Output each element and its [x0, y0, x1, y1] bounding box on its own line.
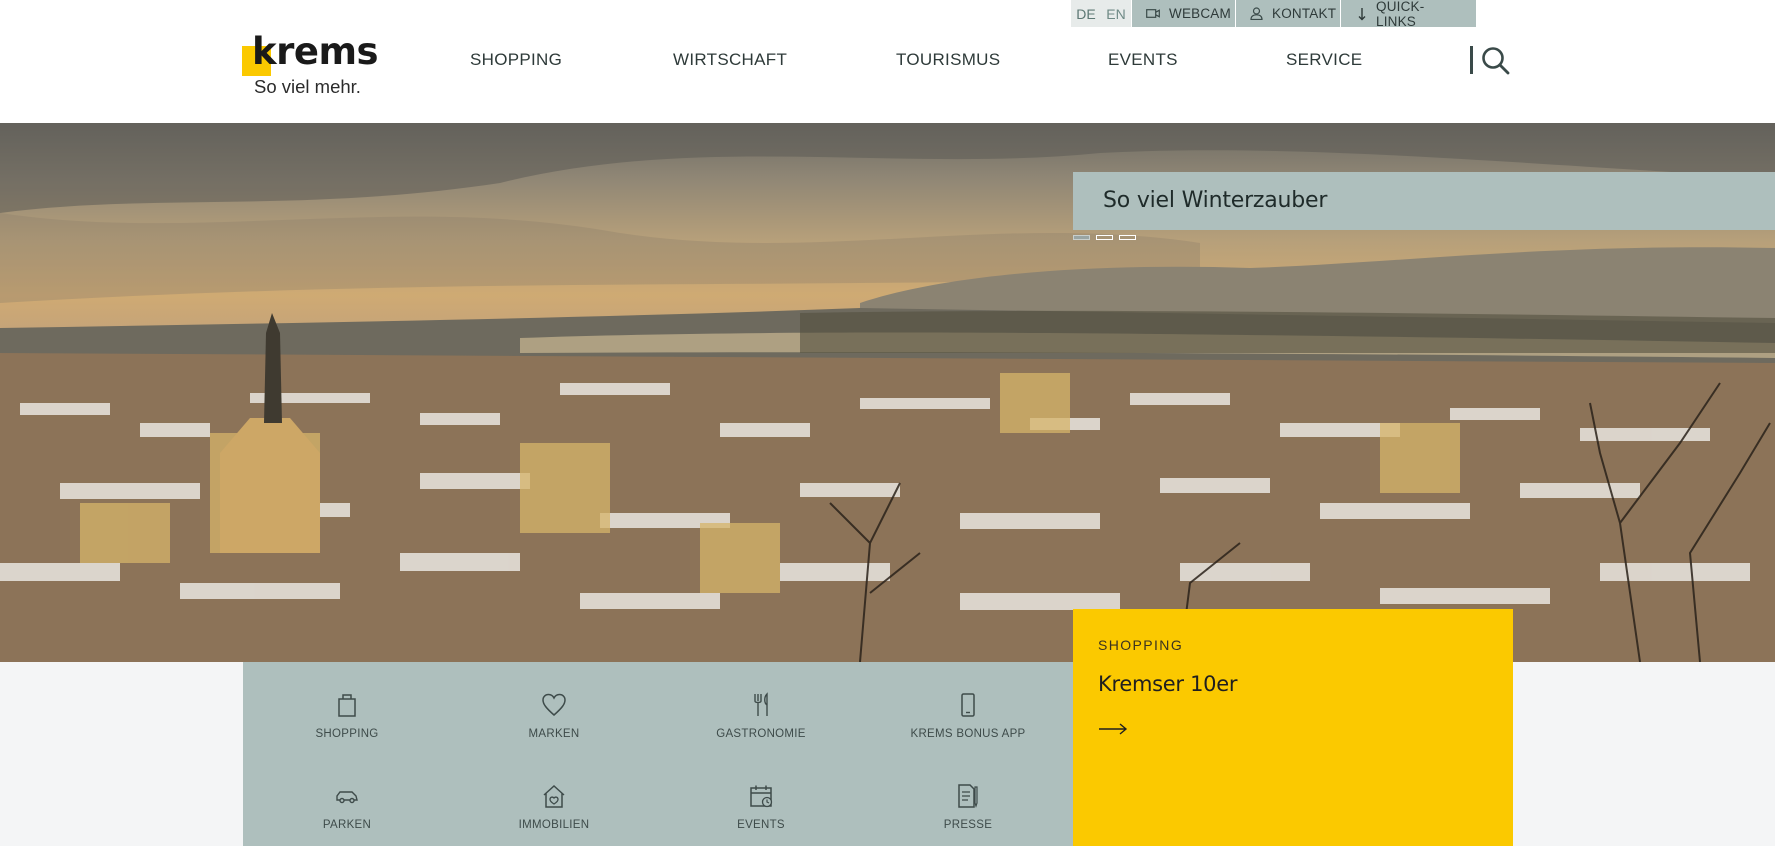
quick-gastronomie-label: GASTRONOMIE	[716, 728, 806, 740]
quick-bonus-app[interactable]: KREMS BONUS APP	[883, 692, 1053, 742]
quick-presse-label: PRESSE	[943, 819, 993, 831]
quick-bonus-app-label: KREMS BONUS APP	[910, 728, 1026, 740]
hero-caption-text: So viel Winterzauber	[1103, 188, 1328, 213]
language-de[interactable]: DE	[1071, 0, 1101, 27]
slider-dot-2[interactable]	[1096, 235, 1113, 240]
utility-bar: DE EN WEBCAM KONTAKT QUICK-LINKS	[1071, 0, 1476, 29]
quick-marken[interactable]: MARKEN	[469, 692, 639, 742]
teaser-title: Kremser 10er	[1098, 672, 1238, 696]
logo-tagline: So viel mehr.	[254, 76, 361, 97]
document-icon	[958, 784, 978, 808]
hero-slider[interactable]: So viel Winterzauber	[0, 123, 1775, 662]
nav-shopping[interactable]: SHOPPING	[470, 50, 562, 70]
teaser-category: SHOPPING	[1098, 637, 1184, 653]
webcam-link[interactable]: WEBCAM	[1132, 0, 1235, 27]
quicklinks-button[interactable]: QUICK-LINKS	[1341, 0, 1476, 29]
arrow-down-icon	[1357, 7, 1367, 21]
quick-gastronomie[interactable]: GASTRONOMIE	[676, 692, 846, 742]
house-icon	[543, 784, 565, 808]
fork-knife-icon	[754, 692, 768, 716]
kontakt-label: KONTAKT	[1272, 6, 1337, 21]
search-icon	[1482, 47, 1510, 75]
webcam-label: WEBCAM	[1169, 6, 1231, 21]
language-en[interactable]: EN	[1101, 0, 1131, 27]
quick-nav-panel: SHOPPING MARKEN GASTRONOMIE KREMS BONUS …	[243, 662, 1073, 846]
slider-dots	[1073, 235, 1136, 240]
nav-service[interactable]: SERVICE	[1286, 50, 1362, 70]
heart-icon	[542, 693, 566, 716]
quick-shopping-label: SHOPPING	[315, 728, 379, 740]
nav-wirtschaft[interactable]: WIRTSCHAFT	[673, 50, 787, 70]
quick-events[interactable]: EVENTS	[676, 783, 846, 833]
slider-dot-1[interactable]	[1073, 235, 1090, 240]
quick-immobilien[interactable]: IMMOBILIEN	[469, 783, 639, 833]
car-icon	[336, 791, 358, 804]
hero-caption-box[interactable]: So viel Winterzauber	[1073, 172, 1775, 230]
quicklinks-label: QUICK-LINKS	[1376, 0, 1425, 29]
quick-parken[interactable]: PARKEN	[262, 783, 432, 833]
nav-events[interactable]: EVENTS	[1108, 50, 1178, 70]
shopping-bag-icon	[338, 694, 356, 717]
quick-marken-label: MARKEN	[528, 728, 580, 740]
search-button[interactable]	[1468, 44, 1514, 78]
quick-events-label: EVENTS	[737, 819, 785, 831]
camera-icon	[1146, 8, 1160, 19]
slider-dot-3[interactable]	[1119, 235, 1136, 240]
teaser-card-kremser-10er[interactable]: SHOPPING Kremser 10er	[1073, 609, 1513, 846]
site-header: DE EN WEBCAM KONTAKT QUICK-LINKS krems S…	[0, 0, 1775, 123]
search-divider	[1470, 46, 1473, 74]
quick-parken-label: PARKEN	[322, 819, 372, 831]
quick-presse[interactable]: PRESSE	[883, 783, 1053, 833]
arrow-right-icon	[1099, 723, 1128, 735]
nav-tourismus[interactable]: TOURISMUS	[896, 50, 1000, 70]
calendar-icon	[750, 785, 773, 808]
quick-immobilien-label: IMMOBILIEN	[518, 819, 590, 831]
quick-shopping[interactable]: SHOPPING	[262, 692, 432, 742]
kontakt-link[interactable]: KONTAKT	[1236, 0, 1340, 27]
smartphone-icon	[961, 693, 975, 717]
user-icon	[1250, 7, 1263, 20]
